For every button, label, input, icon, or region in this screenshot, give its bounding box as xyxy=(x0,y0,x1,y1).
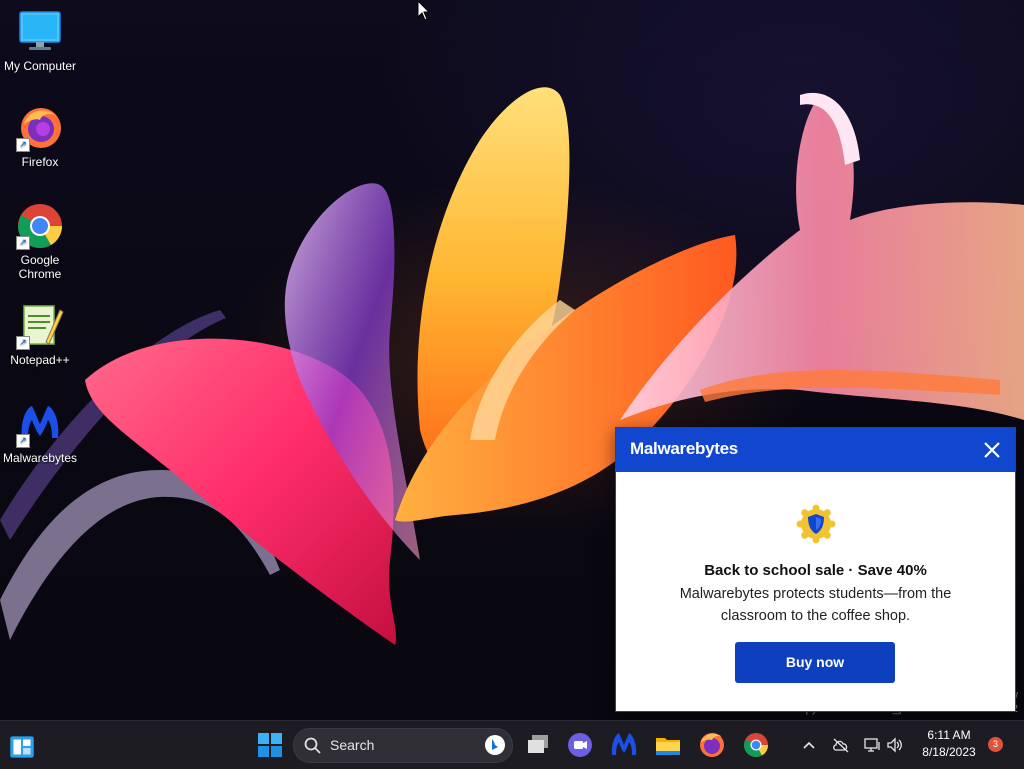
chevron-up-icon[interactable] xyxy=(801,737,817,753)
taskbar: Search 6:11 AM 8/18/2023 3 xyxy=(0,720,1024,769)
desktop-icon-label: Google Chrome xyxy=(18,253,62,281)
notification-count-badge[interactable]: 3 xyxy=(988,737,1003,752)
toast-header: Malwarebytes xyxy=(616,428,1015,472)
malwarebytes-icon[interactable] xyxy=(608,729,640,761)
clock-time: 6:11 AM xyxy=(927,728,971,742)
chrome-icon: ↗ xyxy=(16,202,64,250)
toast-body: Malwarebytes protects students—from the … xyxy=(679,586,952,624)
shortcut-arrow-icon: ↗ xyxy=(16,336,30,350)
search-label: Search xyxy=(330,737,375,753)
cloud-off-icon[interactable] xyxy=(832,737,850,753)
teams-chat-icon[interactable] xyxy=(564,729,596,761)
taskbar-search[interactable]: Search xyxy=(293,728,513,763)
mouse-cursor-icon xyxy=(417,0,431,21)
desktop[interactable]: My Computer ↗ Firefox ↗ Google Chrome ↗ … xyxy=(0,0,1024,720)
desktop-icon-malwarebytes[interactable]: ↗ Malwarebytes xyxy=(0,400,80,465)
volume-icon[interactable] xyxy=(886,736,904,754)
desktop-icon-label: Malwarebytes xyxy=(2,451,78,465)
desktop-icon-label: Notepad++ xyxy=(10,353,70,367)
desktop-icon-label: My Computer xyxy=(3,59,77,73)
clock[interactable]: 6:11 AM 8/18/2023 xyxy=(918,727,980,761)
search-icon xyxy=(304,737,321,754)
toast-title: Back to school sale · Save 40% xyxy=(704,562,927,579)
notepadpp-icon: ↗ xyxy=(16,302,64,350)
shield-badge-icon xyxy=(796,504,836,544)
malwarebytes-toast: Malwarebytes Back to school sale · Save … xyxy=(615,427,1016,712)
firefox-icon: ↗ xyxy=(16,104,64,152)
shortcut-arrow-icon: ↗ xyxy=(16,236,30,250)
task-view-icon[interactable] xyxy=(522,729,554,761)
desktop-icon-google-chrome[interactable]: ↗ Google Chrome xyxy=(0,202,80,281)
desktop-icon-label: Firefox xyxy=(21,155,59,169)
shortcut-arrow-icon: ↗ xyxy=(16,138,30,152)
monitor-icon xyxy=(16,8,64,56)
desktop-icon-firefox[interactable]: ↗ Firefox xyxy=(0,104,80,169)
windows-start-icon[interactable] xyxy=(254,729,286,761)
desktop-icon-my-computer[interactable]: My Computer xyxy=(0,8,80,73)
network-icon[interactable] xyxy=(863,736,881,754)
buy-now-button[interactable]: Buy now xyxy=(735,642,895,683)
bing-icon[interactable] xyxy=(484,734,506,756)
clock-date: 8/18/2023 xyxy=(922,745,976,759)
file-explorer-icon[interactable] xyxy=(652,729,684,761)
firefox-icon[interactable] xyxy=(696,729,728,761)
malwarebytes-icon: ↗ xyxy=(16,400,64,448)
close-icon[interactable] xyxy=(981,439,1003,461)
widgets-icon[interactable] xyxy=(6,731,38,763)
desktop-icon-notepadpp[interactable]: ↗ Notepad++ xyxy=(0,302,80,367)
chrome-icon[interactable] xyxy=(740,729,772,761)
malwarebytes-logo: Malwarebytes xyxy=(630,439,738,458)
shortcut-arrow-icon: ↗ xyxy=(16,434,30,448)
